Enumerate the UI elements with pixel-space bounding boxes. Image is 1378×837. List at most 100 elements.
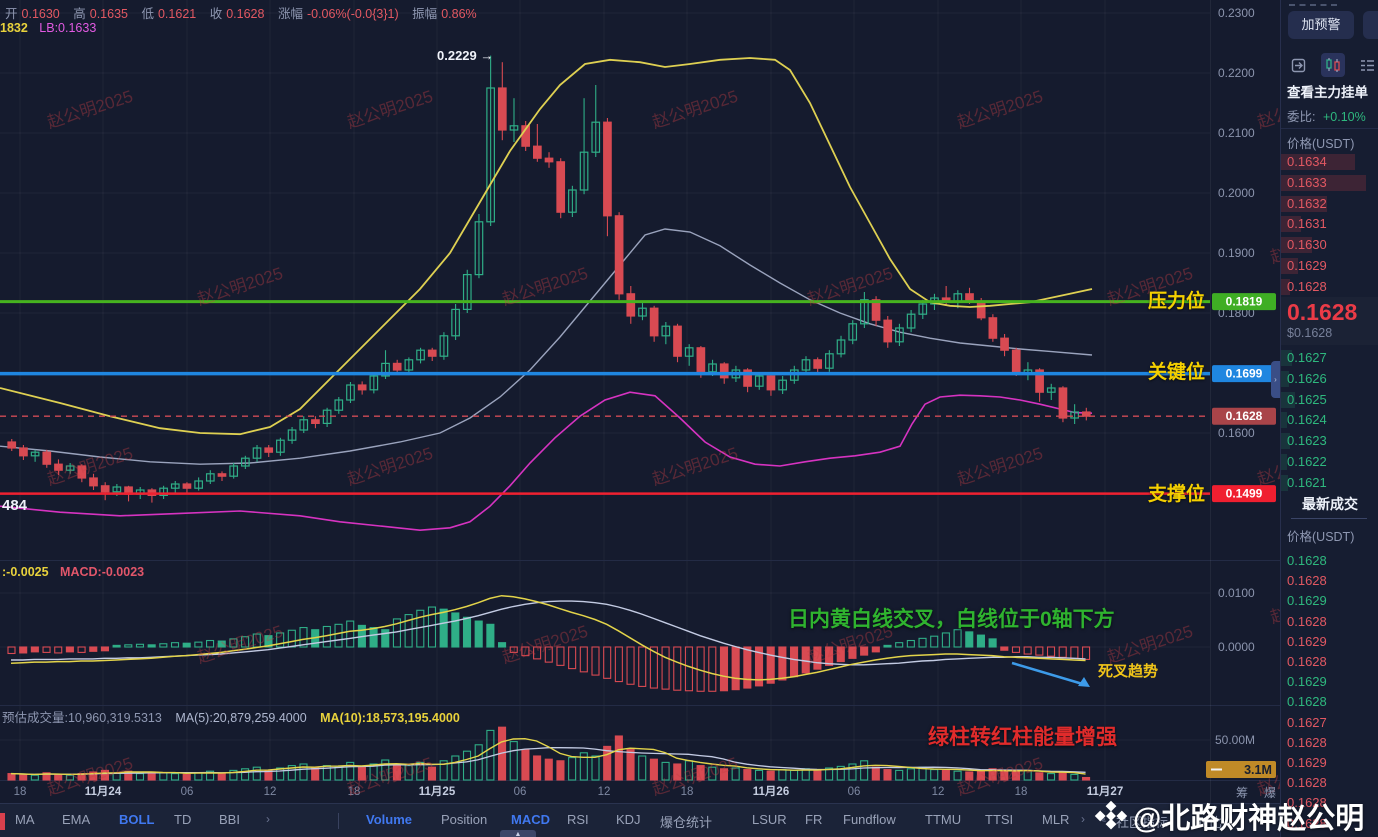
indicator-tab-MLR[interactable]: MLR: [1042, 812, 1069, 827]
depth-candles-icon[interactable]: [1321, 53, 1345, 77]
ask-row[interactable]: 0.1629: [1281, 256, 1378, 277]
indicator-tab-›[interactable]: ›: [266, 812, 270, 826]
bid-row[interactable]: 0.1621: [1281, 473, 1378, 494]
volume-bar: [906, 768, 915, 781]
indicator-tab-BOLL[interactable]: BOLL: [119, 812, 154, 827]
ask-row[interactable]: 0.1633: [1281, 173, 1378, 194]
indicator-tab-Fundflow[interactable]: Fundflow: [843, 812, 896, 827]
macd-hist-bar: [544, 646, 553, 663]
boll-indicator-values: 1832 LB:0.1633: [0, 21, 96, 35]
volume-bar: [754, 769, 764, 781]
ask-row[interactable]: 0.1632: [1281, 194, 1378, 215]
volume-badge-text: 3.1M: [1244, 763, 1272, 777]
dif-value: :-0.0025: [2, 565, 49, 579]
indicator-tab-爆仓统计[interactable]: 爆仓统计: [660, 812, 712, 831]
bid-price: 0.1627: [1287, 350, 1327, 365]
macd-popup-indicator[interactable]: ▲: [500, 830, 536, 837]
macd-hist-bar: [1023, 646, 1032, 655]
indicator-tab-MA[interactable]: MA: [15, 812, 35, 827]
volume-bar: [54, 773, 63, 781]
volume-bar: [311, 767, 320, 781]
channel-watermark: @北路财神赵公明: [1093, 795, 1364, 837]
bid-price: 0.1624: [1287, 412, 1327, 428]
price-axis-tick: 0.2200: [1218, 66, 1255, 80]
candle-body: [7, 441, 17, 449]
volume-bar: [509, 741, 518, 781]
macd-hist-bar: [941, 632, 950, 648]
macd-hist-bar: [825, 646, 834, 666]
macd-hist-bar: [836, 646, 845, 663]
macd-hist-bar: [801, 646, 810, 674]
indicator-tab-BBI[interactable]: BBI: [219, 812, 240, 827]
indicator-tab-RSI[interactable]: RSI: [567, 812, 589, 827]
order-list-icon[interactable]: [1356, 53, 1378, 77]
indicator-tab-KDJ[interactable]: KDJ: [616, 812, 641, 827]
macd-hist-bar: [124, 644, 133, 648]
ask-row[interactable]: 0.1628: [1281, 277, 1378, 298]
macd-hist-bar: [603, 646, 612, 679]
macd-hist-bar: [89, 646, 98, 652]
candle-body: [77, 465, 87, 479]
ask-price: 0.1633: [1287, 174, 1327, 190]
ask-row[interactable]: 0.1630: [1281, 235, 1378, 256]
view-main-orders-link[interactable]: 查看主力挂单: [1287, 81, 1368, 101]
candlestick-chart[interactable]: 0.23000.22000.21000.20000.19000.18000.16…: [0, 0, 1280, 803]
macd-hist-bar: [42, 646, 51, 653]
macd-hist-bar: [217, 640, 226, 648]
indicator-tab-FR[interactable]: FR: [805, 812, 822, 827]
ask-row[interactable]: 0.1634: [1281, 152, 1378, 173]
macd-hist-bar: [731, 646, 740, 691]
indicator-tab-TTSI[interactable]: TTSI: [985, 812, 1013, 827]
candle-body: [556, 161, 566, 213]
bid-row[interactable]: 0.1622: [1281, 452, 1378, 473]
indicator-tab-EMA[interactable]: EMA: [62, 812, 90, 827]
bid-row[interactable]: 0.1624: [1281, 410, 1378, 431]
volume-bar: [1082, 776, 1091, 781]
bid-row[interactable]: 0.1623: [1281, 431, 1378, 452]
trade-row: 0.1628: [1287, 775, 1327, 791]
indicator-tab-TD[interactable]: TD: [174, 812, 191, 827]
trade-row: 0.1628: [1287, 553, 1327, 568]
ohlc-bar: 开 0.1630 高 0.1635 低 0.1621 收 0.1628 涨幅 -0.06%…: [5, 3, 477, 22]
flag-order-icon[interactable]: [1287, 53, 1310, 77]
volume-bar: [790, 769, 799, 781]
indicator-tab-LSUR[interactable]: LSUR: [752, 812, 787, 827]
partial-button[interactable]: [1363, 11, 1378, 39]
chart-region[interactable]: 0.2300 0.2200 0.2100 0.2000 0.1900 0.1800 0.16…: [0, 0, 1280, 803]
volume-bar: [159, 772, 168, 781]
macd-hist-bar: [252, 633, 261, 648]
indicator-tab-Position[interactable]: Position: [441, 812, 487, 827]
ask-price: 0.1631: [1287, 216, 1327, 232]
candle-body: [427, 349, 437, 357]
bid-row[interactable]: 0.1627: [1281, 348, 1378, 369]
volume-bar: [941, 769, 950, 781]
last-price-block[interactable]: 0.1628 $0.1628: [1281, 297, 1378, 345]
volume-bar: [135, 773, 145, 781]
indicator-tab-›[interactable]: ›: [1081, 812, 1085, 826]
macd-hist-bar: [1000, 646, 1009, 651]
bid-row[interactable]: 0.1626: [1281, 369, 1378, 390]
volume-bar: [1011, 771, 1021, 781]
boll-upper-line: [0, 57, 1093, 436]
macd-hist-bar: [684, 646, 693, 692]
macd-hist-bar: [474, 620, 483, 648]
bid-row[interactable]: 0.1625: [1281, 390, 1378, 411]
macd-hist-bar: [19, 646, 28, 654]
volume-axis-tick: 50.00M: [1215, 733, 1255, 747]
diamond-logo-icon: [1094, 800, 1128, 830]
macd-hist-bar: [626, 646, 635, 685]
volume-bar: [871, 766, 880, 781]
price-axis-tick: 0.2100: [1218, 126, 1255, 140]
macd-hist-bar: [77, 646, 86, 653]
volume-bar: [883, 769, 892, 781]
panel-collapse-handle[interactable]: ›: [1271, 361, 1280, 398]
dead-cross-arrow: [1011, 661, 1087, 687]
ask-row[interactable]: 0.1631: [1281, 214, 1378, 235]
add-alert-button[interactable]: 加预警: [1288, 11, 1354, 39]
indicator-tab-Volume[interactable]: Volume: [366, 812, 412, 827]
macd-cross-annotation: 日内黄白线交叉，白线位于0轴下方: [788, 608, 1115, 631]
weibi-value: +0.10%: [1322, 110, 1366, 124]
x-axis-label: 06: [181, 786, 194, 798]
indicator-tab-MACD[interactable]: MACD: [511, 812, 550, 827]
indicator-tab-TTMU[interactable]: TTMU: [925, 812, 961, 827]
